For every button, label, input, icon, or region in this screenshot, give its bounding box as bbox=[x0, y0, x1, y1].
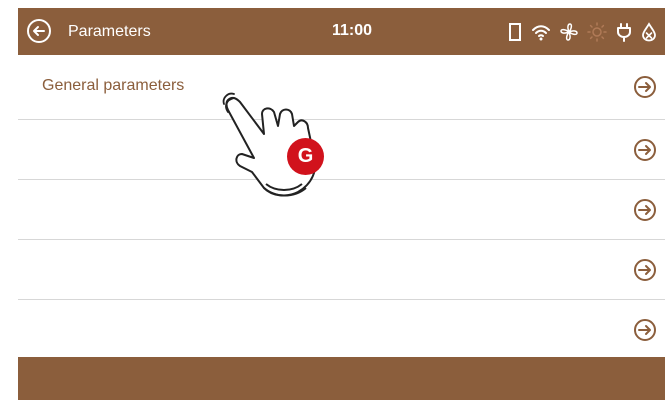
list-item[interactable]: General parameters bbox=[18, 55, 665, 120]
fan-icon bbox=[560, 23, 578, 41]
arrow-right-circle-icon[interactable] bbox=[633, 318, 657, 342]
bottom-bar bbox=[18, 357, 665, 400]
list-item[interactable] bbox=[18, 120, 665, 180]
water-drop-x-icon bbox=[642, 22, 656, 42]
page-title: Parameters bbox=[68, 23, 151, 40]
back-arrow-icon[interactable] bbox=[26, 18, 52, 44]
parameters-list: General parameters bbox=[18, 55, 665, 360]
status-icons bbox=[507, 20, 657, 44]
annotation-badge: G bbox=[287, 138, 324, 175]
arrow-right-circle-icon[interactable] bbox=[633, 198, 657, 222]
sun-icon bbox=[587, 22, 607, 42]
door-icon bbox=[509, 23, 521, 41]
list-item[interactable] bbox=[18, 240, 665, 300]
wifi-icon bbox=[532, 25, 550, 41]
list-item[interactable] bbox=[18, 300, 665, 360]
arrow-right-circle-icon[interactable] bbox=[633, 138, 657, 162]
row-label: General parameters bbox=[42, 77, 185, 94]
clock: 11:00 bbox=[332, 22, 373, 39]
plug-icon bbox=[617, 23, 631, 42]
list-item[interactable] bbox=[18, 180, 665, 240]
arrow-right-circle-icon[interactable] bbox=[633, 258, 657, 282]
arrow-right-circle-icon[interactable] bbox=[633, 75, 657, 99]
top-bar: Parameters 11:00 bbox=[18, 8, 665, 55]
